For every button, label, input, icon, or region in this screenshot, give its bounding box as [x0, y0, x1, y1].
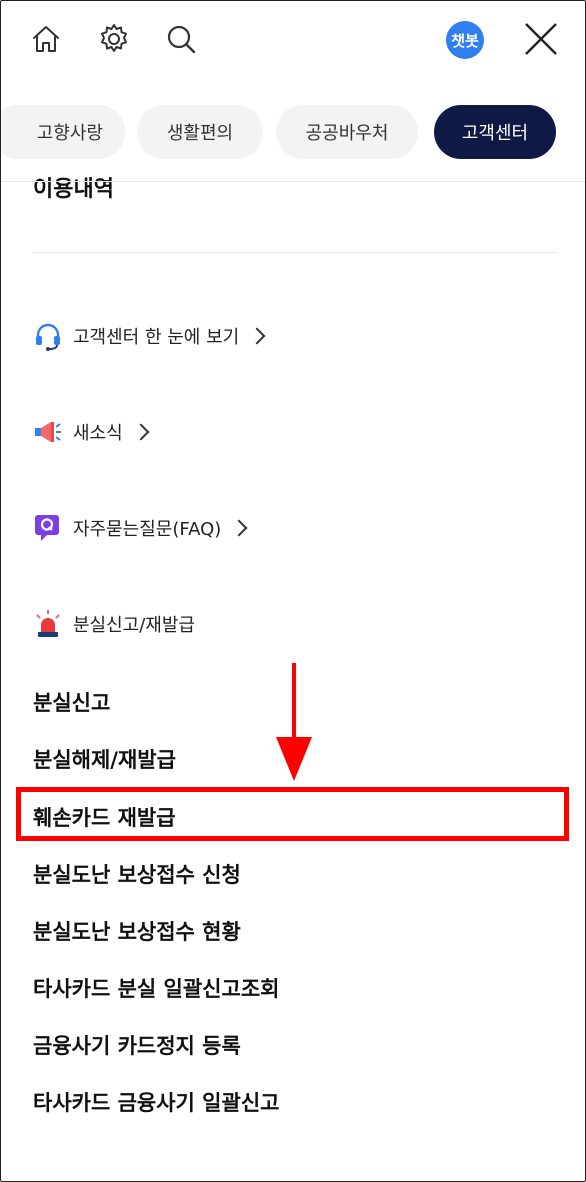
chevron-right-icon: [132, 423, 150, 441]
sub-item-other-card-lost-lookup[interactable]: 타사카드 분실 일괄신고조회: [33, 973, 279, 1003]
home-icon[interactable]: [28, 21, 64, 57]
chatbot-button[interactable]: 챗봇: [446, 21, 484, 59]
menu-link-label: 고객센터 한 눈에 보기: [73, 327, 240, 348]
menu-faq[interactable]: 자주묻는질문(FAQ): [33, 510, 248, 546]
arrow-down-icon: [274, 663, 314, 783]
menu-link-label: 새소식: [73, 423, 123, 444]
section-divider: [33, 252, 557, 253]
search-icon[interactable]: [163, 21, 199, 57]
menu-link-label: 자주묻는질문(FAQ): [73, 519, 222, 540]
menu-customer-overview[interactable]: 고객센터 한 눈에 보기: [33, 318, 266, 354]
usage-history-heading[interactable]: 이용내역: [33, 171, 114, 203]
close-icon[interactable]: [521, 19, 561, 59]
chips-divider: [1, 181, 585, 182]
sub-item-compensation-status[interactable]: 분실도난 보상접수 현황: [33, 916, 241, 946]
menu-link-label: 분실신고/재발급: [73, 615, 195, 636]
headset-icon: [33, 321, 63, 351]
menu-lost-reissue-header: 분실신고/재발급: [33, 606, 195, 642]
sub-item-other-card-fraud-report[interactable]: 타사카드 금융사기 일괄신고: [33, 1087, 279, 1117]
siren-icon: [33, 609, 63, 639]
chevron-right-icon: [248, 327, 266, 345]
app-frame: 챗봇 고향사랑 생활편의 공공바우처 고객센터 이용내역 고객센터 한 눈에 보: [0, 0, 586, 1182]
sub-item-compensation-apply[interactable]: 분실도난 보상접수 신청: [33, 859, 241, 889]
chip-hometown[interactable]: 고향사랑: [1, 105, 125, 159]
faq-icon: [33, 513, 63, 543]
sub-item-unlock-reissue[interactable]: 분실해제/재발급: [33, 744, 176, 774]
chip-voucher[interactable]: 공공바우처: [276, 105, 418, 159]
sub-item-fraud-card-stop[interactable]: 금융사기 카드정지 등록: [33, 1030, 241, 1060]
gear-icon[interactable]: [96, 21, 132, 57]
category-chips: 고향사랑 생활편의 공공바우처 고객센터: [1, 105, 585, 161]
menu-news[interactable]: 새소식: [33, 414, 150, 450]
chip-customer-center[interactable]: 고객센터: [434, 105, 556, 159]
sub-item-lost-report[interactable]: 분실신고: [33, 687, 110, 717]
chip-convenience[interactable]: 생활편의: [137, 105, 263, 159]
megaphone-icon: [33, 417, 63, 447]
top-bar: 챗봇: [1, 1, 585, 81]
chevron-right-icon: [230, 519, 248, 537]
highlight-box: [16, 787, 569, 841]
